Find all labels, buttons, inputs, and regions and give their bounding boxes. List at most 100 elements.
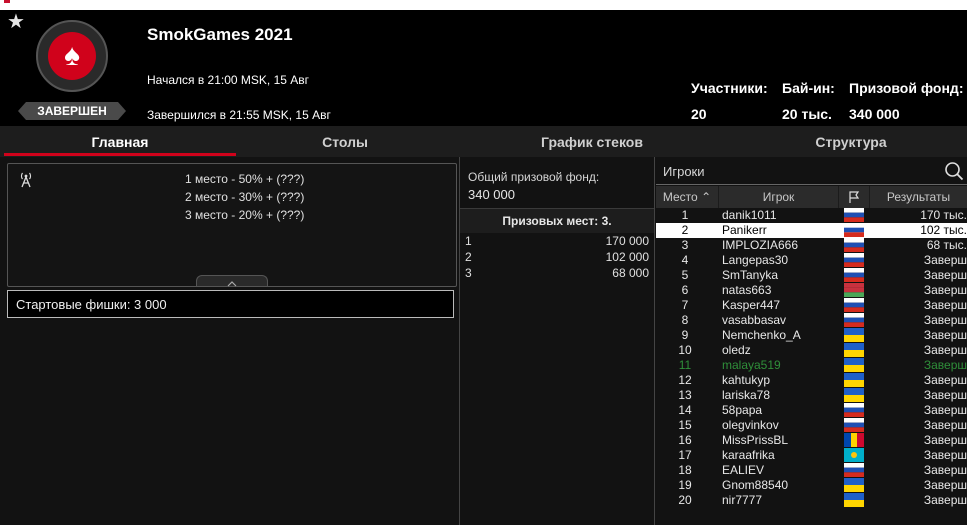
player-row[interactable]: 3 IMPLOZIA666 68 тыс. [656,238,967,253]
prizepool-value: 340 000 [849,106,900,122]
country-flag-icon [844,433,864,447]
players-search-label[interactable]: Игроки [663,164,705,179]
player-place: 14 [678,403,692,417]
player-row[interactable]: 15 olegvinkov Заверш [656,418,967,433]
payout-line-3: 3 место - 20% + (???) [185,208,305,222]
player-place: 10 [678,343,692,357]
player-name: Kasper447 [722,298,781,312]
broadcast-antenna-icon [20,172,32,188]
tournament-title: SmokGames 2021 [147,25,293,44]
player-result: Заверш [923,358,967,372]
player-result: Заверш [923,478,967,492]
top-strip-accent [4,0,10,3]
country-flag-icon [844,358,864,372]
player-name: Gnom88540 [722,478,789,492]
column-place-label: Место [662,190,698,204]
player-place: 15 [678,418,692,432]
player-row[interactable]: 17 karaafrika Заверш [656,448,967,463]
player-row[interactable]: 9 Nemchenko_A Заверш [656,328,967,343]
player-row[interactable]: 5 SmTanyka Заверш [656,268,967,283]
player-place: 7 [681,298,689,312]
prize-places-header: Призовых мест: 3. [460,208,654,233]
country-flag-icon [844,328,864,342]
player-result: Заверш [923,343,967,357]
status-badge: ЗАВЕРШЕН [18,102,126,120]
country-flag-icon [844,403,864,417]
column-header-country[interactable] [839,186,869,208]
tab-structure[interactable]: Структура [740,126,962,157]
player-row[interactable]: 16 MissPrissBL Заверш [656,433,967,448]
player-name: olegvinkov [722,418,779,432]
country-flag-icon [844,463,864,477]
total-prize-label: Общий призовой фонд: [468,170,600,184]
start-time: Начался в 21:00 MSK, 15 Авг [147,73,310,87]
country-flag-icon [844,253,864,267]
player-row[interactable]: 12 kahtukyp Заверш [656,373,967,388]
country-flag-icon [844,478,864,492]
player-row[interactable]: 8 vasabbasav Заверш [656,313,967,328]
player-row[interactable]: 4 Langepas30 Заверш [656,253,967,268]
payout-line-1: 1 место - 50% + (???) [185,172,305,186]
player-place: 13 [678,388,692,402]
collapse-handle[interactable] [196,275,268,287]
participants-value: 20 [691,106,707,122]
player-row[interactable]: 20 nir7777 Заверш [656,493,967,508]
player-result: Заверш [923,388,967,402]
column-header-results[interactable]: Результаты [870,186,967,208]
player-place: 6 [681,283,689,297]
player-name: karaafrika [722,448,775,462]
column-header-place[interactable]: Место ⌃ [656,186,718,208]
country-flag-icon [844,208,864,222]
player-result: Заверш [923,493,967,507]
player-name: danik1011 [722,208,777,222]
player-result: 68 тыс. [926,238,967,252]
player-result: Заверш [923,403,967,417]
player-row[interactable]: 18 EALIEV Заверш [656,463,967,478]
player-name: Panikerr [722,223,767,237]
player-row[interactable]: 10 oledz Заверш [656,343,967,358]
search-underline [656,184,967,185]
player-name: malaya519 [722,358,781,372]
prize-place-number: 3 [465,266,472,280]
player-name: SmTanyka [722,268,779,282]
player-name: oledz [722,343,751,357]
player-place: 2 [681,223,689,237]
player-name: 58papa [722,403,763,417]
top-strip [0,0,967,10]
player-row[interactable]: 19 Gnom88540 Заверш [656,478,967,493]
player-name: MissPrissBL [722,433,789,447]
country-flag-icon [844,283,864,297]
prize-place-row: 1 170 000 [460,234,654,249]
country-flag-icon [844,223,864,237]
player-row[interactable]: 1 danik1011 170 тыс. [656,208,967,223]
player-place: 8 [681,313,689,327]
player-place: 12 [678,373,692,387]
player-row[interactable]: 11 malaya519 Заверш [656,358,967,373]
prizepool-label: Призовой фонд: [849,80,964,96]
player-row[interactable]: 2 Panikerr 102 тыс. [656,223,967,238]
player-result: Заверш [923,283,967,297]
player-row[interactable]: 7 Kasper447 Заверш [656,298,967,313]
divider [654,157,655,525]
prize-place-row: 3 68 000 [460,266,654,281]
search-icon[interactable] [944,161,964,181]
prize-place-amount: 102 000 [605,250,649,264]
player-place: 18 [678,463,692,477]
player-place: 3 [681,238,689,252]
column-header-player[interactable]: Игрок [719,186,838,208]
player-place: 17 [678,448,692,462]
country-flag-icon [844,418,864,432]
player-place: 19 [678,478,692,492]
country-flag-icon [844,343,864,357]
player-row[interactable]: 14 58papa Заверш [656,403,967,418]
pokerstars-logo: ♠ [36,20,108,92]
tab-stack-chart[interactable]: График стеков [480,126,704,157]
tab-tables[interactable]: Столы [236,126,454,157]
active-tab-indicator [4,153,236,156]
player-row[interactable]: 6 natas663 Заверш [656,283,967,298]
favorite-star-icon[interactable]: ★ [7,12,25,32]
player-row[interactable]: 13 lariska78 Заверш [656,388,967,403]
player-result: 102 тыс. [920,223,967,237]
player-result: Заверш [923,448,967,462]
country-flag-icon [844,298,864,312]
